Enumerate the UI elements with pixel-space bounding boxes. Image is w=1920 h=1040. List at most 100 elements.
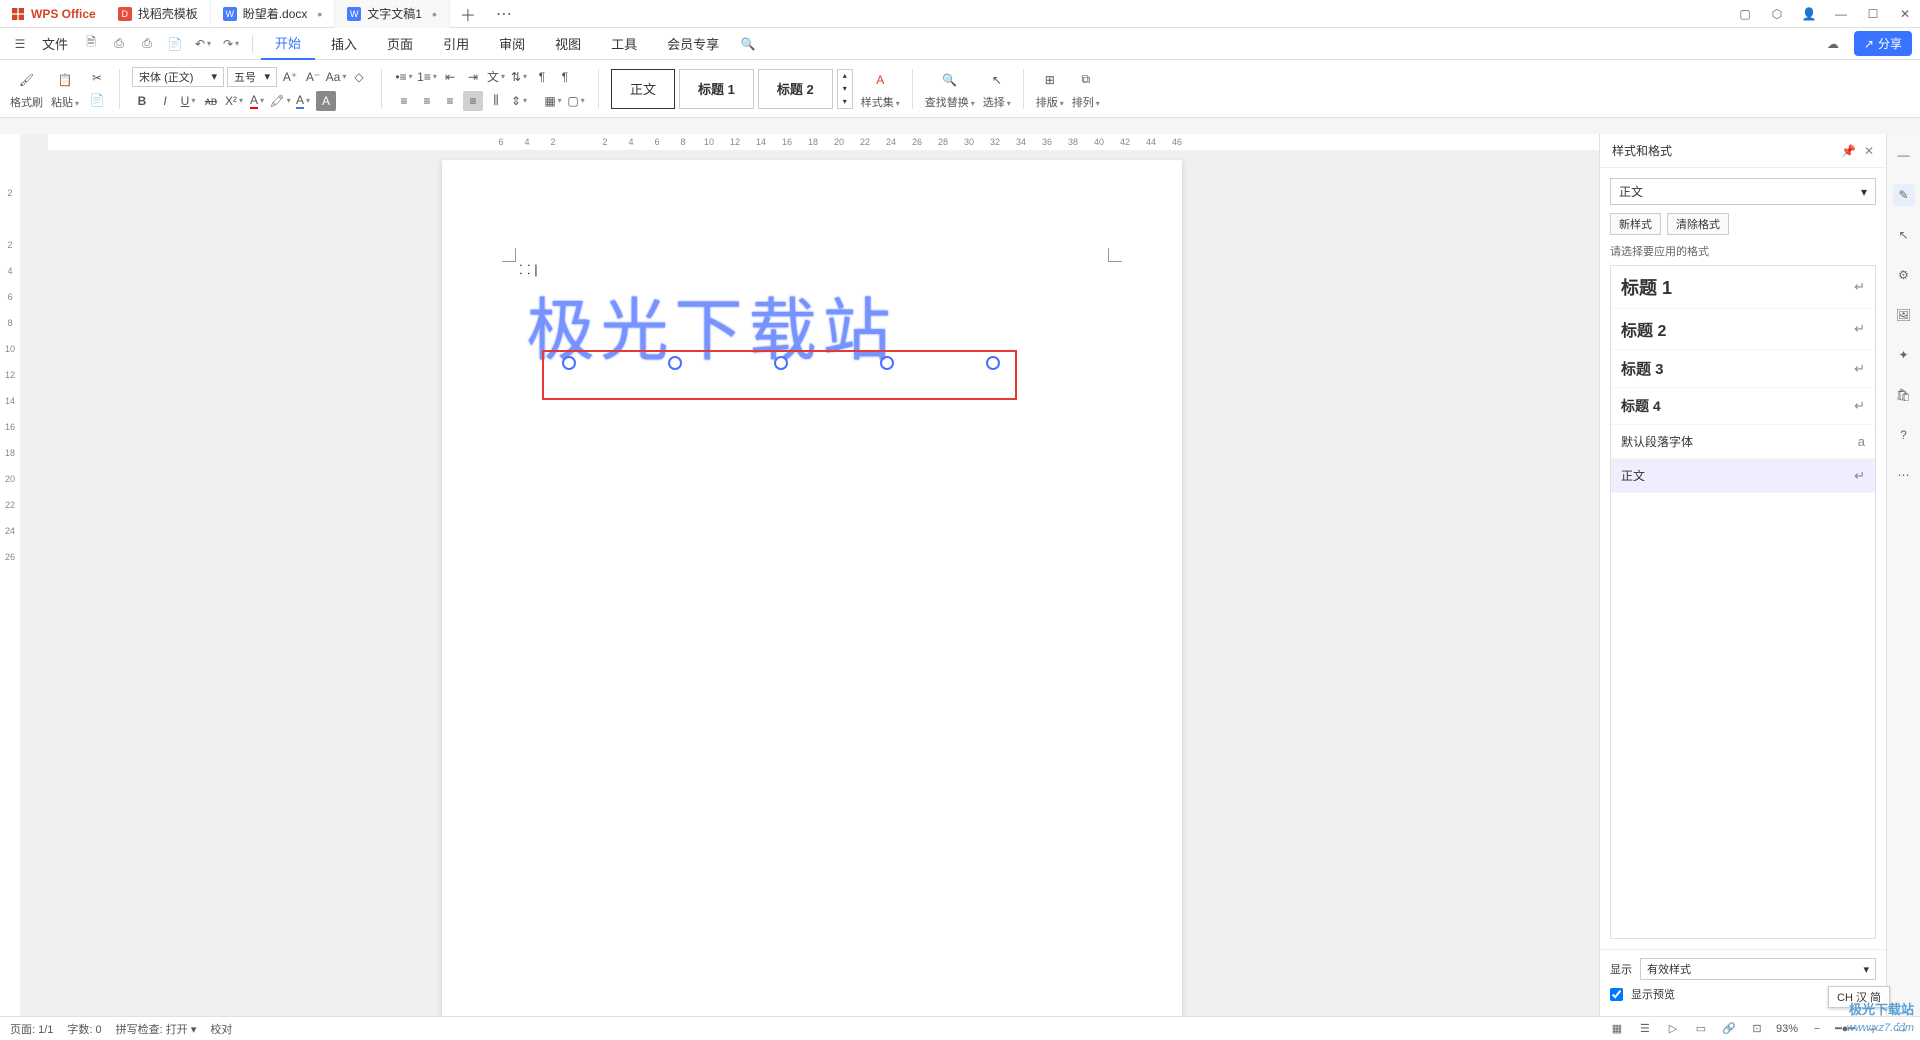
image-tool-icon[interactable]: 🖼 <box>1893 304 1915 326</box>
font-color-icon[interactable]: A <box>247 91 267 111</box>
adjust-tool-icon[interactable]: ⚙ <box>1893 264 1915 286</box>
redo-button[interactable]: ↷ <box>220 33 242 55</box>
proofread-status[interactable]: 校对 <box>210 1021 232 1037</box>
package-icon[interactable]: ⬡ <box>1762 1 1792 27</box>
text-direction-icon[interactable]: 文 <box>486 67 506 87</box>
style-body[interactable]: 正文 <box>611 69 675 109</box>
cut-icon[interactable]: ✂ <box>87 68 107 88</box>
cloud-icon[interactable]: ☁ <box>1822 33 1844 55</box>
view-web-icon[interactable]: ▷ <box>1664 1020 1682 1038</box>
bullet-list-icon[interactable]: •≡ <box>394 67 414 87</box>
style-item[interactable]: 标题 4↵ <box>1611 388 1875 425</box>
align-left-icon[interactable]: ≡ <box>394 91 414 111</box>
user-avatar-icon[interactable]: 👤 <box>1794 1 1824 27</box>
style-scroll[interactable]: ▴▾▾ <box>837 69 853 109</box>
search-icon[interactable]: 🔍 <box>737 33 759 55</box>
tab-doc2[interactable]: W 文字文稿1 • <box>335 0 450 28</box>
style-item[interactable]: 默认段落字体a <box>1611 425 1875 459</box>
export-icon[interactable]: ⎙ <box>108 33 130 55</box>
sort-icon[interactable]: ⇅ <box>509 67 529 87</box>
menu-tab-tools[interactable]: 工具 <box>597 28 651 59</box>
copy-icon[interactable]: 📄 <box>87 90 107 110</box>
align-center-icon[interactable]: ≡ <box>417 91 437 111</box>
paste-group[interactable]: 📋 粘贴 <box>51 68 79 110</box>
border-icon[interactable]: ▢ <box>566 91 586 111</box>
align-right-icon[interactable]: ≡ <box>440 91 460 111</box>
increase-font-icon[interactable]: A⁺ <box>280 67 300 87</box>
preview-checkbox[interactable] <box>1610 988 1623 1001</box>
arrange-group[interactable]: ⧉ 排列 <box>1072 68 1100 110</box>
text-effect-icon[interactable]: A <box>293 91 313 111</box>
show-select[interactable]: 有效样式▾ <box>1640 958 1876 980</box>
save-icon[interactable]: 🗎 <box>80 33 102 55</box>
layout-group[interactable]: ⊞ 排版 <box>1036 68 1064 110</box>
file-menu[interactable]: 文件 <box>34 34 76 53</box>
menu-tab-review[interactable]: 审阅 <box>485 28 539 59</box>
view-read-icon[interactable]: ▭ <box>1692 1020 1710 1038</box>
italic-icon[interactable]: I <box>155 91 175 111</box>
style-item[interactable]: 标题 2↵ <box>1611 309 1875 350</box>
line-spacing-icon[interactable]: ⇕ <box>509 91 529 111</box>
paragraph-icon[interactable]: ¶ <box>555 67 575 87</box>
close-button[interactable]: ✕ <box>1890 1 1920 27</box>
style-item[interactable]: 标题 3↵ <box>1611 350 1875 388</box>
distribute-icon[interactable]: ⫼ <box>486 91 506 111</box>
bold-icon[interactable]: B <box>132 91 152 111</box>
view-outline-icon[interactable]: ☰ <box>1636 1020 1654 1038</box>
pin-icon[interactable]: 📌 <box>1841 144 1856 158</box>
show-marks-icon[interactable]: ¶ <box>532 67 552 87</box>
clear-format-icon[interactable]: ◇ <box>349 67 369 87</box>
style-item[interactable]: 标题 1↵ <box>1611 266 1875 309</box>
menu-tab-view[interactable]: 视图 <box>541 28 595 59</box>
minimize-button[interactable]: — <box>1826 1 1856 27</box>
select-group[interactable]: ↖ 选择 <box>983 68 1011 110</box>
decrease-font-icon[interactable]: A⁻ <box>303 67 323 87</box>
horizontal-ruler[interactable]: 6422468101214161820222426283032343638404… <box>48 134 1599 150</box>
menu-tab-reference[interactable]: 引用 <box>429 28 483 59</box>
menu-tab-insert[interactable]: 插入 <box>317 28 371 59</box>
hamburger-icon[interactable]: ☰ <box>8 32 32 56</box>
page-indicator[interactable]: 页面: 1/1 <box>10 1021 53 1037</box>
highlight-icon[interactable]: 🖍 <box>270 91 290 111</box>
new-style-button[interactable]: 新样式 <box>1610 213 1661 235</box>
zoom-out-icon[interactable]: − <box>1808 1020 1826 1038</box>
number-list-icon[interactable]: 1≡ <box>417 67 437 87</box>
share-button[interactable]: ↗ 分享 <box>1854 31 1912 56</box>
tab-templates[interactable]: D 找稻壳模板 <box>106 0 211 28</box>
view-tools-icon[interactable]: 🔗 <box>1720 1020 1738 1038</box>
more-icon[interactable]: ⋯ <box>1893 464 1915 486</box>
character-shading-icon[interactable]: A <box>316 91 336 111</box>
style-h2[interactable]: 标题 2 <box>758 69 833 109</box>
pencil-tool-icon[interactable]: ✎ <box>1893 184 1915 206</box>
style-item[interactable]: 正文↵ <box>1611 459 1875 493</box>
word-count[interactable]: 字数: 0 <box>67 1021 101 1037</box>
shading-icon[interactable]: ▦ <box>543 91 563 111</box>
spellcheck-status[interactable]: 拼写检查: 打开 ▾ <box>116 1021 197 1037</box>
style-h1[interactable]: 标题 1 <box>679 69 754 109</box>
align-justify-icon[interactable]: ≡ <box>463 91 483 111</box>
print-preview-icon[interactable]: 📄 <box>164 33 186 55</box>
style-set-group[interactable]: A 样式集 <box>861 68 900 110</box>
effects-tool-icon[interactable]: ✦ <box>1893 344 1915 366</box>
document-scroll[interactable]: 6422468101214161820222426283032343638404… <box>0 134 1599 1016</box>
tab-add-button[interactable]: ＋ <box>450 2 486 26</box>
collapse-strip-icon[interactable]: — <box>1893 144 1915 166</box>
zoom-fit-icon[interactable]: ⊡ <box>1748 1020 1766 1038</box>
close-panel-icon[interactable]: ✕ <box>1864 144 1874 158</box>
clear-format-button[interactable]: 清除格式 <box>1667 213 1729 235</box>
superscript-icon[interactable]: X² <box>224 91 244 111</box>
strikethrough-icon[interactable]: ᴀʙ <box>201 91 221 111</box>
format-brush-group[interactable]: 🖌 格式刷 <box>10 68 43 110</box>
cursor-tool-icon[interactable]: ↖ <box>1893 224 1915 246</box>
current-style-select[interactable]: 正文▾ <box>1610 178 1876 205</box>
undo-button[interactable]: ↶ <box>192 33 214 55</box>
menu-tab-start[interactable]: 开始 <box>261 27 315 60</box>
document-page[interactable]: ⸬| 极光下载站 <box>442 160 1182 1016</box>
underline-icon[interactable]: U <box>178 91 198 111</box>
tab-doc1[interactable]: W 盼望着.docx • <box>211 0 336 28</box>
decrease-indent-icon[interactable]: ⇤ <box>440 67 460 87</box>
find-replace-group[interactable]: 🔍 查找替换 <box>925 68 975 110</box>
reader-mode-icon[interactable]: ▢ <box>1730 1 1760 27</box>
view-page-icon[interactable]: ▦ <box>1608 1020 1626 1038</box>
zoom-level[interactable]: 93% <box>1776 1023 1798 1035</box>
